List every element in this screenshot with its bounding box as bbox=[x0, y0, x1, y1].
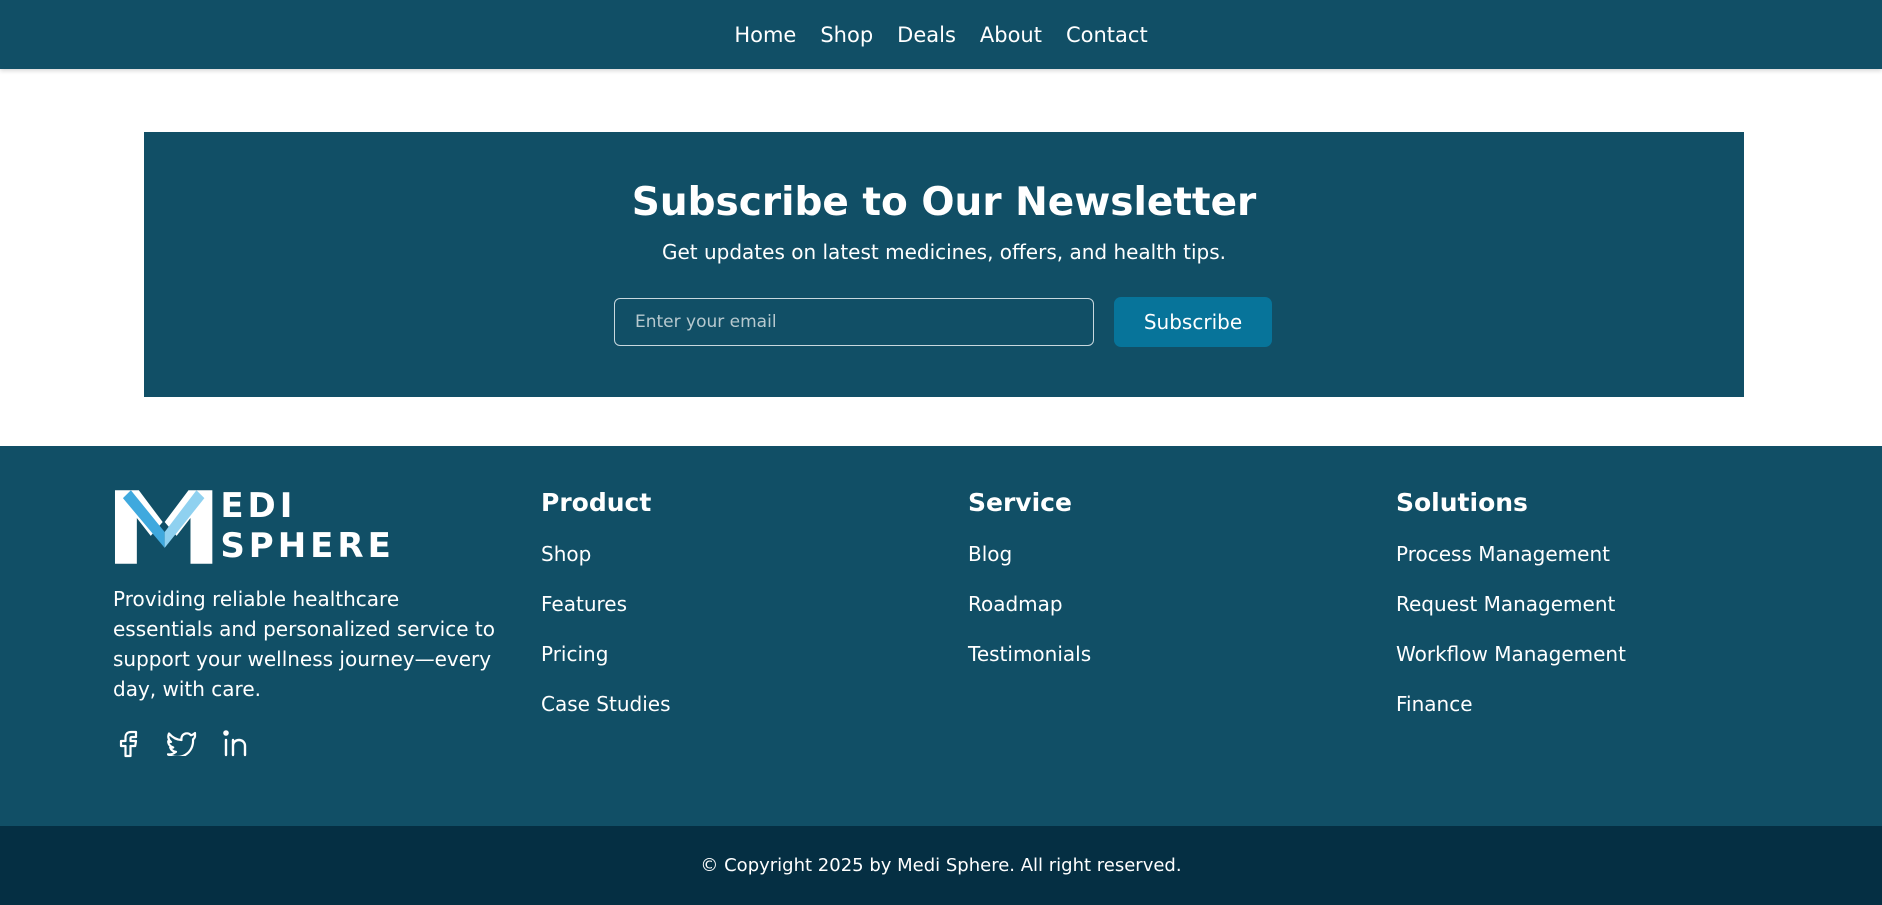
facebook-icon[interactable] bbox=[113, 728, 143, 758]
footer-link-finance[interactable]: Finance bbox=[1396, 689, 1626, 739]
newsletter-subtitle: Get updates on latest medicines, offers,… bbox=[661, 240, 1226, 264]
column-heading: Service bbox=[968, 488, 1072, 517]
copyright-text: © Copyright 2025 by Medi Sphere. All rig… bbox=[700, 855, 1182, 876]
nav-contact[interactable]: Contact bbox=[1066, 23, 1148, 47]
nav-about[interactable]: About bbox=[980, 23, 1042, 47]
column-heading: Product bbox=[541, 488, 652, 517]
footer-link-workflow-management[interactable]: Workflow Management bbox=[1396, 639, 1626, 689]
footer-link-request-management[interactable]: Request Management bbox=[1396, 589, 1626, 639]
brand-description: Providing reliable healthcare essentials… bbox=[113, 587, 495, 701]
footer-link-blog[interactable]: Blog bbox=[968, 539, 1091, 589]
linkedin-icon[interactable] bbox=[221, 728, 251, 758]
footer-link-pricing[interactable]: Pricing bbox=[541, 639, 671, 689]
footer-link-roadmap[interactable]: Roadmap bbox=[968, 589, 1091, 639]
nav-shop[interactable]: Shop bbox=[820, 23, 873, 47]
footer-link-process-management[interactable]: Process Management bbox=[1396, 539, 1626, 589]
nav-home[interactable]: Home bbox=[734, 23, 796, 47]
medi-sphere-logo[interactable]: EDI SPHERE bbox=[113, 486, 485, 566]
subscribe-button[interactable]: Subscribe bbox=[1114, 297, 1272, 347]
social-links bbox=[113, 728, 251, 758]
newsletter-section: Subscribe to Our Newsletter Get updates … bbox=[144, 132, 1744, 397]
email-input[interactable] bbox=[614, 298, 1094, 346]
top-nav: Home Shop Deals About Contact bbox=[0, 0, 1882, 69]
footer-link-case-studies[interactable]: Case Studies bbox=[541, 689, 671, 739]
footer-column-solutions: Solutions Process Management Request Man… bbox=[1396, 488, 1626, 739]
newsletter-title: Subscribe to Our Newsletter bbox=[631, 180, 1257, 225]
footer-column-service: Service Blog Roadmap Testimonials bbox=[968, 488, 1091, 689]
nav-deals[interactable]: Deals bbox=[897, 23, 956, 47]
footer-column-product: Product Shop Features Pricing Case Studi… bbox=[541, 488, 671, 739]
footer-link-shop[interactable]: Shop bbox=[541, 539, 671, 589]
column-heading: Solutions bbox=[1396, 488, 1528, 517]
logo-m-icon bbox=[114, 490, 213, 564]
footer: EDI SPHERE Providing reliable healthcare… bbox=[0, 446, 1882, 826]
twitter-icon[interactable] bbox=[167, 728, 197, 758]
copyright-bar: © Copyright 2025 by Medi Sphere. All rig… bbox=[0, 826, 1882, 905]
logo-text: EDI SPHERE bbox=[220, 486, 395, 566]
footer-link-testimonials[interactable]: Testimonials bbox=[968, 639, 1091, 689]
footer-link-features[interactable]: Features bbox=[541, 589, 671, 639]
